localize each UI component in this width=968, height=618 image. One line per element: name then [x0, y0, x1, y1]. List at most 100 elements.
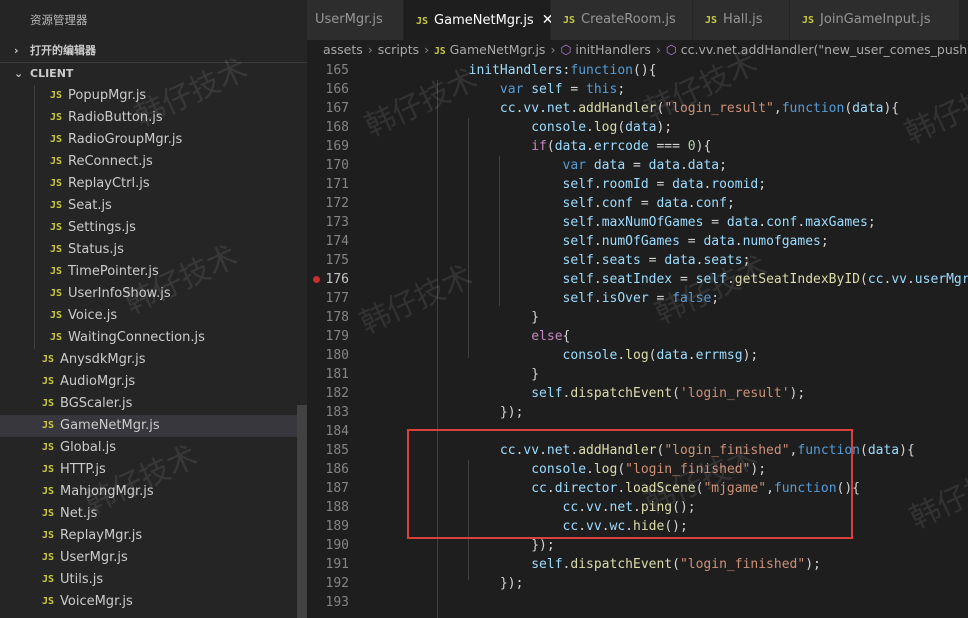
file-item[interactable]: JS VoiceMgr.js: [0, 591, 307, 613]
file-item[interactable]: JS UserInfoShow.js: [0, 283, 307, 305]
file-name: WaitingConnection.js: [68, 330, 205, 345]
file-name: VoiceMgr.js: [60, 594, 133, 609]
code-line[interactable]: 165 initHandlers:function(){: [307, 61, 968, 80]
file-name: PopupMgr.js: [68, 88, 147, 103]
line-number: 171: [325, 177, 349, 192]
code-line[interactable]: 176 self.seatIndex = self.getSeatIndexBy…: [307, 270, 968, 289]
js-file-icon: JS: [42, 398, 55, 409]
file-item[interactable]: JS RadioGroupMgr.js: [0, 129, 307, 151]
code-line[interactable]: 169 if(data.errcode === 0){: [307, 137, 968, 156]
code-text: self.dispatchEvent('login_result');: [531, 386, 806, 401]
breadcrumb: assets › scripts › JS GameNetMgr.js › ⬡ initHand…: [307, 40, 968, 60]
code-text: self.maxNumOfGames = data.conf.maxGames;: [562, 215, 876, 230]
code-line[interactable]: 192 });: [307, 574, 968, 593]
line-number: 169: [325, 139, 349, 154]
file-name: AudioMgr.js: [60, 374, 136, 389]
file-item[interactable]: JS Net.js: [0, 503, 307, 525]
client-folder-label: CLIENT: [30, 67, 74, 80]
tab-joingameinput[interactable]: JS JoinGameInput.js: [790, 0, 960, 40]
breadcrumb-item-method[interactable]: initHandlers: [575, 42, 651, 57]
tab-gamenetmgr[interactable]: JS GameNetMgr.js ✕: [404, 0, 553, 40]
js-file-icon: JS: [42, 442, 55, 453]
code-line[interactable]: 174 self.numOfGames = data.numofgames;: [307, 232, 968, 251]
file-item[interactable]: JS ReConnect.js: [0, 151, 307, 173]
explorer-sidebar: 资源管理器 › 打开的编辑器 ⌄ CLIENT JS PopupMgr.js JS R…: [0, 0, 307, 618]
js-file-icon: JS: [42, 574, 55, 585]
file-item[interactable]: JS AnysdkMgr.js: [0, 349, 307, 371]
code-text: self.seats = data.seats;: [562, 253, 751, 268]
method-cube-icon: ⬡: [560, 42, 572, 57]
line-number: 193: [325, 595, 349, 610]
code-line[interactable]: 178 }: [307, 308, 968, 327]
file-item[interactable]: JS PopupMgr.js: [0, 85, 307, 107]
file-item[interactable]: JS Status.js: [0, 239, 307, 261]
client-folder-section[interactable]: ⌄ CLIENT: [0, 62, 307, 85]
line-number: 168: [325, 120, 349, 135]
file-item[interactable]: JS MahjongMgr.js: [0, 481, 307, 503]
js-file-icon: JS: [50, 244, 63, 255]
file-item[interactable]: JS Seat.js: [0, 195, 307, 217]
code-line[interactable]: 193: [307, 593, 968, 612]
code-line[interactable]: 181 }: [307, 365, 968, 384]
file-item[interactable]: JS AudioMgr.js: [0, 371, 307, 393]
code-line[interactable]: 177 self.isOver = false;: [307, 289, 968, 308]
code-line[interactable]: 170 var data = data.data;: [307, 156, 968, 175]
indent-guide: [468, 118, 469, 358]
sidebar-scrollbar[interactable]: [297, 405, 307, 618]
tab-hall[interactable]: JS Hall.js: [693, 0, 790, 40]
code-line[interactable]: 171 self.roomId = data.roomid;: [307, 175, 968, 194]
file-item[interactable]: JS GameNetMgr.js: [0, 415, 307, 437]
open-editors-section[interactable]: › 打开的编辑器: [0, 40, 307, 62]
breadcrumb-item-scripts[interactable]: scripts: [378, 42, 419, 57]
file-item[interactable]: JS UserMgr.js: [0, 547, 307, 569]
line-number: 172: [325, 196, 349, 211]
file-item[interactable]: JS WaitingConnection.js: [0, 327, 307, 349]
js-file-icon: JS: [42, 552, 55, 563]
code-text: self.numOfGames = data.numofgames;: [562, 234, 829, 249]
file-item[interactable]: JS Global.js: [0, 437, 307, 459]
code-line[interactable]: 167 cc.vv.net.addHandler("login_result",…: [307, 99, 968, 118]
code-line[interactable]: 168 console.log(data);: [307, 118, 968, 137]
editor-tabs: UserMgr.js JS GameNetMgr.js ✕ JS CreateRoom.j…: [307, 0, 968, 40]
file-item[interactable]: JS Utils.js: [0, 569, 307, 591]
file-item[interactable]: JS RadioButton.js: [0, 107, 307, 129]
file-item[interactable]: JS BGScaler.js: [0, 393, 307, 415]
file-item[interactable]: JS HTTP.js: [0, 459, 307, 481]
file-name: UserMgr.js: [60, 550, 128, 565]
open-editors-label: 打开的编辑器: [30, 44, 96, 57]
code-line[interactable]: 182 self.dispatchEvent('login_result');: [307, 384, 968, 403]
file-name: HTTP.js: [60, 462, 106, 477]
code-text: });: [406, 576, 524, 591]
breadcrumb-item-callback[interactable]: cc.vv.net.addHandler("new_user_comes_pus…: [681, 42, 968, 57]
file-item[interactable]: JS ReplayMgr.js: [0, 525, 307, 547]
code-text: self.isOver = false;: [562, 291, 720, 306]
tab-usermgr[interactable]: UserMgr.js: [307, 0, 404, 40]
line-number: 179: [325, 329, 349, 344]
js-file-icon: JS: [50, 266, 63, 277]
tab-createroom[interactable]: JS CreateRoom.js: [551, 0, 693, 40]
code-line[interactable]: 183 });: [307, 403, 968, 422]
js-file-icon: JS: [50, 90, 63, 101]
file-name: ReConnect.js: [68, 154, 153, 169]
file-name: Settings.js: [68, 220, 136, 235]
code-line[interactable]: 191 self.dispatchEvent("login_finished")…: [307, 555, 968, 574]
code-text: var self = this;: [499, 82, 626, 97]
code-line[interactable]: 172 self.conf = data.conf;: [307, 194, 968, 213]
breadcrumb-item-assets[interactable]: assets: [323, 42, 363, 57]
indent-guide: [34, 305, 35, 327]
file-item[interactable]: JS Settings.js: [0, 217, 307, 239]
breadcrumb-item-file[interactable]: GameNetMgr.js: [450, 42, 546, 57]
line-number: 175: [325, 253, 349, 268]
code-line[interactable]: 166 var self = this;: [307, 80, 968, 99]
line-number: 189: [325, 519, 349, 534]
code-line[interactable]: 179 else{: [307, 327, 968, 346]
indent-guide: [34, 239, 35, 261]
code-line[interactable]: 180 console.log(data.errmsg);: [307, 346, 968, 365]
file-item[interactable]: JS ReplayCtrl.js: [0, 173, 307, 195]
line-number: 176: [325, 272, 349, 287]
chevron-right-icon: ›: [14, 44, 19, 57]
file-item[interactable]: JS Voice.js: [0, 305, 307, 327]
code-line[interactable]: 173 self.maxNumOfGames = data.conf.maxGa…: [307, 213, 968, 232]
code-line[interactable]: 175 self.seats = data.seats;: [307, 251, 968, 270]
file-item[interactable]: JS TimePointer.js: [0, 261, 307, 283]
